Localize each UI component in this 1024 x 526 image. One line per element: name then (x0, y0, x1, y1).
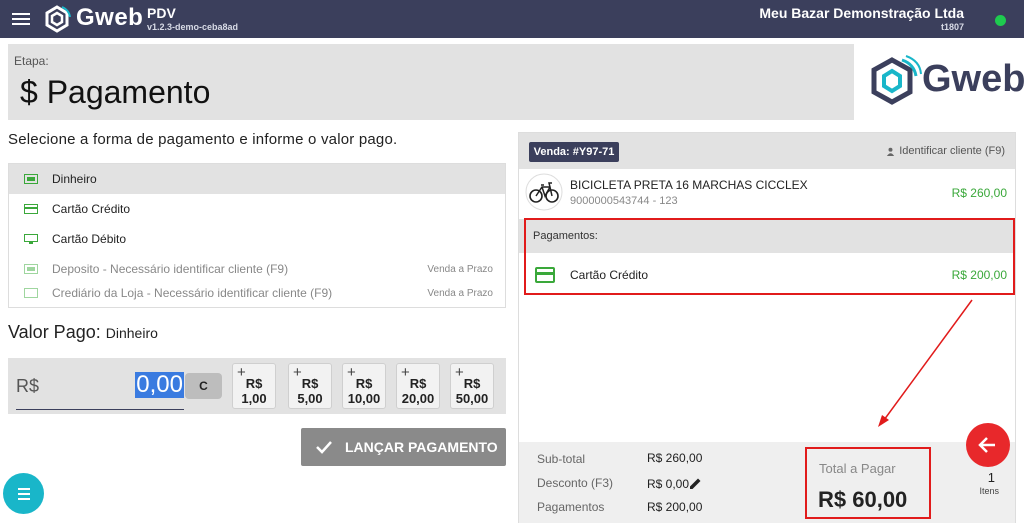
payment-method-label: Crediário da Loja - Necessário identific… (52, 286, 333, 300)
quick-button-currency: R$ (355, 376, 373, 391)
total-to-pay-value: R$ 60,00 (818, 487, 908, 512)
totals-panel: Sub-total R$ 260,00 Desconto (F3) R$ 0,0… (519, 442, 1015, 523)
bicycle-icon (525, 173, 563, 211)
store-name: Meu Bazar Demonstração Ltda (759, 5, 964, 21)
discount-label: Desconto (F3) (537, 476, 614, 490)
identify-customer-button[interactable]: Identificar cliente (F9) (886, 145, 1005, 157)
edit-discount-icon[interactable] (689, 477, 702, 490)
hamburger-menu-icon[interactable] (12, 10, 30, 28)
online-status-icon (995, 15, 1006, 26)
arrow-left-icon (978, 437, 995, 453)
launch-payment-label: LANÇAR PAGAMENTO (345, 439, 498, 455)
payment-method-store-credit[interactable]: Crediário da Loja - Necessário identific… (9, 278, 505, 307)
payment-method-label: Cartão Débito (52, 232, 127, 246)
quick-button-currency: R$ (463, 376, 481, 391)
quick-button-amount: 1,00 (241, 391, 267, 406)
menu-line (18, 488, 30, 490)
page-title: $ Pagamento (20, 74, 211, 110)
identify-customer-label: Identificar cliente (F9) (899, 145, 1005, 157)
valor-pago-label: Valor Pago: (8, 322, 101, 342)
payment-method-tag: Venda a Prazo (427, 287, 493, 299)
cash-icon (24, 174, 38, 184)
subtotal-value: R$ 260,00 (647, 451, 703, 465)
payments-highlight-box (524, 218, 1015, 295)
gweb-logo-icon (45, 5, 71, 33)
amount-value: 0,00 (135, 371, 184, 398)
stage-header: Etapa: $ Pagamento (8, 44, 854, 120)
credit-card-icon (24, 204, 38, 214)
payment-method-debit-card[interactable]: Cartão Débito (9, 224, 505, 254)
logo-text: Gweb (76, 4, 144, 31)
subtotal-label: Sub-total (537, 452, 586, 466)
person-icon (887, 147, 895, 156)
logo-text-large: Gweb (922, 58, 1024, 100)
quick-button-amount: 20,00 (401, 391, 435, 406)
discount-value: R$ 0,00 (647, 477, 690, 491)
payments-total-value: R$ 200,00 (647, 500, 703, 514)
payment-method-label: Cartão Crédito (52, 202, 131, 216)
sale-header: Venda: #Y97-71 Identificar cliente (F9) (519, 133, 1015, 169)
item-name: BICICLETA PRETA 16 MARCHAS CICCLEX (570, 178, 808, 192)
top-bar: Gweb PDV v1.2.3-demo-ceba8ad Meu Bazar D… (0, 0, 1024, 38)
valor-pago-method: Dinheiro (105, 325, 158, 341)
quick-button-currency: R$ (301, 376, 319, 391)
debit-card-icon (24, 234, 38, 244)
amount-panel: R$ 0,00 C + R$ 1,00 + R$ 5,00 + R$ 10,00… (8, 358, 506, 414)
payment-method-label: Dinheiro (52, 172, 97, 186)
total-to-pay-label: Total a Pagar (819, 461, 896, 476)
app-name: PDV (147, 5, 176, 21)
payment-methods-list: Dinheiro Cartão Crédito Cartão Débito De… (8, 163, 506, 308)
item-code: 9000000543744 - 123 (570, 195, 678, 207)
stage-label: Etapa: (14, 54, 49, 68)
clear-button[interactable]: C (185, 373, 222, 399)
quick-button-amount: 5,00 (297, 391, 323, 406)
items-count: 1 (987, 470, 995, 485)
quick-button-amount: 50,00 (455, 391, 489, 406)
total-to-pay-box: Total a Pagar R$ 60,00 (805, 447, 931, 519)
valor-pago-title: Valor Pago: Dinheiro (8, 322, 158, 343)
store-credit-icon (24, 288, 38, 298)
item-price: R$ 260,00 (951, 186, 1007, 200)
launch-payment-button[interactable]: LANÇAR PAGAMENTO (301, 428, 506, 466)
deposit-icon (24, 264, 38, 274)
menu-line (18, 498, 30, 500)
payments-total-label: Pagamentos (537, 500, 605, 514)
payment-method-label: Deposito - Necessário identificar client… (52, 262, 289, 276)
quick-add-10-button[interactable]: + R$ 10,00 (342, 363, 386, 409)
sale-panel: Venda: #Y97-71 Identificar cliente (F9) … (518, 132, 1016, 523)
menu-line (18, 493, 30, 495)
quick-add-20-button[interactable]: + R$ 20,00 (396, 363, 440, 409)
payment-method-credit-card[interactable]: Cartão Crédito (9, 194, 505, 224)
amount-input[interactable]: R$ 0,00 (16, 370, 184, 410)
gweb-logo-large-icon (871, 55, 922, 105)
sale-badge: Venda: #Y97-71 (529, 142, 619, 162)
currency-label: R$ (16, 376, 40, 396)
instruction-text: Selecione a forma de pagamento e informe… (8, 131, 398, 148)
sale-item-row[interactable]: BICICLETA PRETA 16 MARCHAS CICCLEX 90000… (519, 171, 1015, 213)
items-label: Itens (979, 486, 999, 496)
back-button[interactable] (966, 423, 1010, 467)
store-id: t1807 (940, 22, 964, 32)
check-icon (316, 441, 332, 454)
quick-add-5-button[interactable]: + R$ 5,00 (288, 363, 332, 409)
payment-method-tag: Venda a Prazo (427, 263, 493, 275)
quick-button-currency: R$ (245, 376, 263, 391)
quick-button-amount: 10,00 (347, 391, 381, 406)
app-version: v1.2.3-demo-ceba8ad (147, 22, 239, 32)
payment-method-cash[interactable]: Dinheiro (9, 164, 505, 194)
quick-add-1-button[interactable]: + R$ 1,00 (232, 363, 276, 409)
quick-add-50-button[interactable]: + R$ 50,00 (450, 363, 494, 409)
quick-button-currency: R$ (409, 376, 427, 391)
fab-menu-button[interactable] (3, 473, 44, 514)
